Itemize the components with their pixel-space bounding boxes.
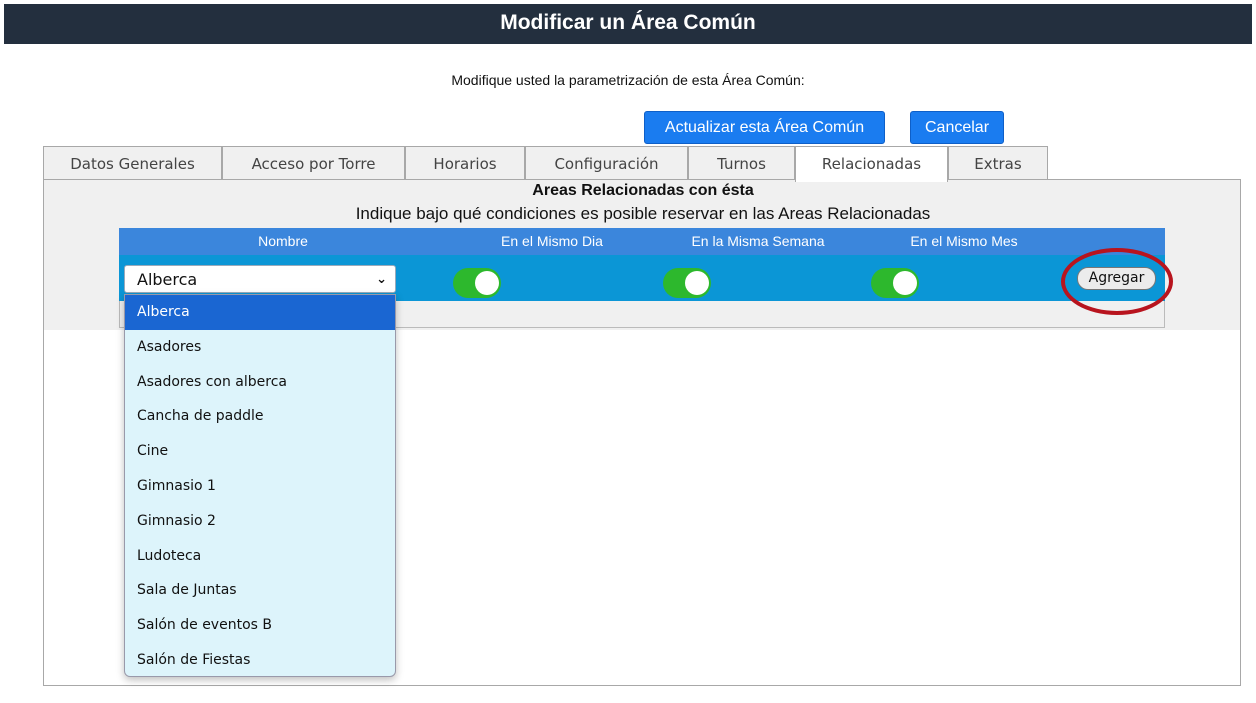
toggle-mismo-mes[interactable] bbox=[871, 268, 919, 298]
page-title: Modificar un Área Común bbox=[500, 11, 756, 34]
dropdown-option-asadores[interactable]: Asadores bbox=[125, 330, 395, 365]
dropdown-option-cine[interactable]: Cine bbox=[125, 434, 395, 469]
panel-subtitle: Indique bajo qué condiciones es posible … bbox=[355, 204, 931, 223]
page-header: Modificar un Área Común bbox=[4, 4, 1252, 44]
highlight-circle bbox=[1061, 248, 1173, 315]
tab-acceso-por-torre[interactable]: Acceso por Torre bbox=[222, 146, 405, 180]
dropdown-option-alberca[interactable]: Alberca bbox=[125, 295, 395, 330]
column-header-misma-semana: En la Misma Semana bbox=[691, 233, 825, 249]
dropdown-option-cancha-de-paddle[interactable]: Cancha de paddle bbox=[125, 399, 395, 434]
area-dropdown-list: Alberca Asadores Asadores con alberca Ca… bbox=[124, 294, 396, 677]
toggle-mismo-dia[interactable] bbox=[453, 268, 501, 298]
toggle-misma-semana[interactable] bbox=[663, 268, 711, 298]
tab-turnos[interactable]: Turnos bbox=[688, 146, 795, 180]
dropdown-option-salon-de-fiestas[interactable]: Salón de Fiestas bbox=[125, 643, 395, 676]
area-select-value: Alberca bbox=[137, 270, 198, 289]
tab-datos-generales[interactable]: Datos Generales bbox=[43, 146, 222, 180]
update-area-button[interactable]: Actualizar esta Área Común bbox=[644, 111, 885, 144]
area-select[interactable]: Alberca ⌄ bbox=[124, 265, 396, 293]
table-header: Nombre En el Mismo Dia En la Misma Seman… bbox=[119, 228, 1165, 255]
page-subtitle: Modifique usted la parametrización de es… bbox=[451, 72, 805, 88]
toggle-knob bbox=[893, 271, 917, 295]
column-header-nombre: Nombre bbox=[258, 233, 308, 249]
panel-title: Areas Relacionadas con ésta bbox=[532, 182, 754, 199]
dropdown-option-sala-de-juntas[interactable]: Sala de Juntas bbox=[125, 573, 395, 608]
tab-relacionadas[interactable]: Relacionadas bbox=[795, 146, 948, 182]
column-header-mismo-dia: En el Mismo Dia bbox=[501, 233, 603, 249]
cancel-button[interactable]: Cancelar bbox=[910, 111, 1004, 144]
dropdown-option-ludoteca[interactable]: Ludoteca bbox=[125, 539, 395, 574]
dropdown-option-gimnasio-2[interactable]: Gimnasio 2 bbox=[125, 504, 395, 539]
tab-extras[interactable]: Extras bbox=[948, 146, 1048, 180]
tab-horarios[interactable]: Horarios bbox=[405, 146, 525, 180]
toggle-knob bbox=[475, 271, 499, 295]
dropdown-option-asadores-con-alberca[interactable]: Asadores con alberca bbox=[125, 365, 395, 400]
dropdown-option-gimnasio-1[interactable]: Gimnasio 1 bbox=[125, 469, 395, 504]
column-header-mismo-mes: En el Mismo Mes bbox=[910, 233, 1018, 249]
tab-configuracion[interactable]: Configuración bbox=[525, 146, 688, 180]
toggle-knob bbox=[685, 271, 709, 295]
dropdown-option-salon-de-eventos-b[interactable]: Salón de eventos B bbox=[125, 608, 395, 643]
chevron-down-icon: ⌄ bbox=[376, 272, 387, 287]
